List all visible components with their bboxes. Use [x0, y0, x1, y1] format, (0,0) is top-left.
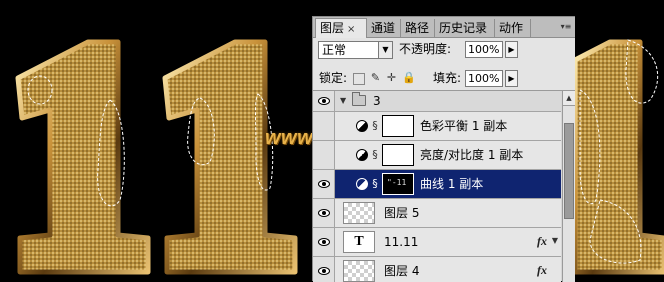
digit-one-middle — [162, 39, 298, 275]
blend-mode-select[interactable]: 正常 ▼ — [318, 41, 393, 59]
layer-mask-thumbnail[interactable] — [382, 144, 414, 166]
fill-label: 填充: — [433, 71, 462, 85]
link-icon: § — [372, 177, 378, 190]
visibility-toggle[interactable] — [313, 199, 335, 227]
layer-name: 色彩平衡 1 副本 — [420, 119, 508, 133]
eye-icon — [317, 97, 330, 105]
tab-history[interactable]: 历史记录 — [435, 19, 495, 37]
fill-input[interactable]: 100% — [465, 70, 503, 87]
layer-name: 图层 4 — [384, 264, 420, 278]
tab-paths[interactable]: 路径 — [401, 19, 435, 37]
layer-name: 3 — [373, 94, 381, 108]
layer-row-curves-copy[interactable]: § "-11 曲线 1 副本 — [313, 170, 561, 199]
digit-one-left — [15, 39, 151, 275]
opacity-input[interactable]: 100% — [465, 41, 503, 58]
layers-panel: 图层 × 通道 路径 历史记录 动作 ▾≡ 正常 ▼ 不透明度: 100% ▶ 锁… — [312, 16, 575, 282]
layer-mask-thumbnail[interactable]: "-11 — [382, 173, 414, 195]
eye-icon — [317, 209, 330, 217]
disclosure-triangle-icon[interactable]: ▼ — [340, 96, 346, 105]
layer-name: 亮度/对比度 1 副本 — [420, 148, 524, 162]
chevron-down-icon[interactable]: ▼ — [378, 42, 392, 58]
fx-icon[interactable]: fx — [537, 234, 547, 249]
visibility-toggle[interactable] — [313, 170, 335, 198]
tab-layers-label: 图层 — [320, 21, 345, 35]
scrollbar-thumb[interactable] — [564, 123, 574, 219]
lock-transparency-icon[interactable] — [353, 73, 365, 85]
layer-row-group-3[interactable]: ▼ 3 — [313, 91, 561, 112]
text-layer-icon: T — [343, 231, 375, 253]
link-icon: § — [372, 119, 378, 132]
blend-mode-value: 正常 — [322, 43, 347, 57]
layer-row-text-1111[interactable]: T 11.11 fx ▼ — [313, 228, 561, 257]
layer-name: 图层 5 — [384, 206, 420, 220]
layer-list: ▼ 3 § 色彩平衡 1 副本 § 亮度/对比度 1 副本 § "-11 曲线 … — [313, 91, 561, 282]
lock-move-icon[interactable]: ✛ — [385, 71, 398, 84]
lock-paint-icon[interactable]: ✎ — [369, 71, 382, 84]
layer-row-brightness-contrast-copy[interactable]: § 亮度/对比度 1 副本 — [313, 141, 561, 170]
mask-thumbnail-text: "-11 — [387, 178, 407, 187]
eye-icon — [317, 180, 330, 188]
digit-one-right — [572, 39, 664, 275]
opacity-slider-button[interactable]: ▶ — [505, 41, 518, 58]
layer-options-bar: 正常 ▼ 不透明度: 100% ▶ 锁定: ✎ ✛ 🔒 填充: 100% ▶ — [313, 38, 575, 91]
layer-row-color-balance-copy[interactable]: § 色彩平衡 1 副本 — [313, 112, 561, 141]
adjustment-layer-icon — [356, 178, 368, 190]
chevron-down-icon[interactable]: ▼ — [552, 236, 558, 245]
eye-icon — [317, 238, 330, 246]
link-icon: § — [372, 148, 378, 161]
close-icon[interactable]: × — [347, 24, 355, 35]
eye-icon — [317, 267, 330, 275]
panel-menu-icon[interactable]: ▾≡ — [559, 19, 573, 34]
adjustment-layer-icon — [356, 120, 368, 132]
scroll-up-arrow-icon[interactable]: ▲ — [563, 91, 575, 106]
folder-icon — [352, 92, 366, 106]
layer-row-layer-4[interactable]: 图层 4 fx — [313, 257, 561, 282]
layer-row-layer-5[interactable]: 图层 5 — [313, 199, 561, 228]
layer-list-scrollbar[interactable]: ▲ — [562, 91, 575, 282]
visibility-toggle[interactable] — [313, 112, 335, 140]
fill-slider-button[interactable]: ▶ — [505, 70, 518, 87]
layer-name: 曲线 1 副本 — [420, 177, 484, 191]
visibility-toggle[interactable] — [313, 91, 335, 111]
tab-channels[interactable]: 通道 — [367, 19, 401, 37]
lock-label: 锁定: — [319, 71, 348, 85]
lock-all-icon[interactable]: 🔒 — [402, 71, 416, 84]
layer-name: 11.11 — [384, 235, 419, 249]
layer-mask-thumbnail[interactable] — [382, 115, 414, 137]
adjustment-layer-icon — [356, 149, 368, 161]
layer-thumbnail — [343, 260, 375, 282]
fx-icon[interactable]: fx — [537, 263, 547, 278]
visibility-toggle[interactable] — [313, 257, 335, 282]
tab-layers[interactable]: 图层 × — [315, 18, 367, 38]
visibility-toggle[interactable] — [313, 228, 335, 256]
tab-actions[interactable]: 动作 — [495, 19, 531, 37]
panel-tab-bar: 图层 × 通道 路径 历史记录 动作 ▾≡ — [313, 17, 575, 38]
layer-thumbnail — [343, 202, 375, 224]
visibility-toggle[interactable] — [313, 141, 335, 169]
opacity-label: 不透明度: — [399, 42, 452, 56]
